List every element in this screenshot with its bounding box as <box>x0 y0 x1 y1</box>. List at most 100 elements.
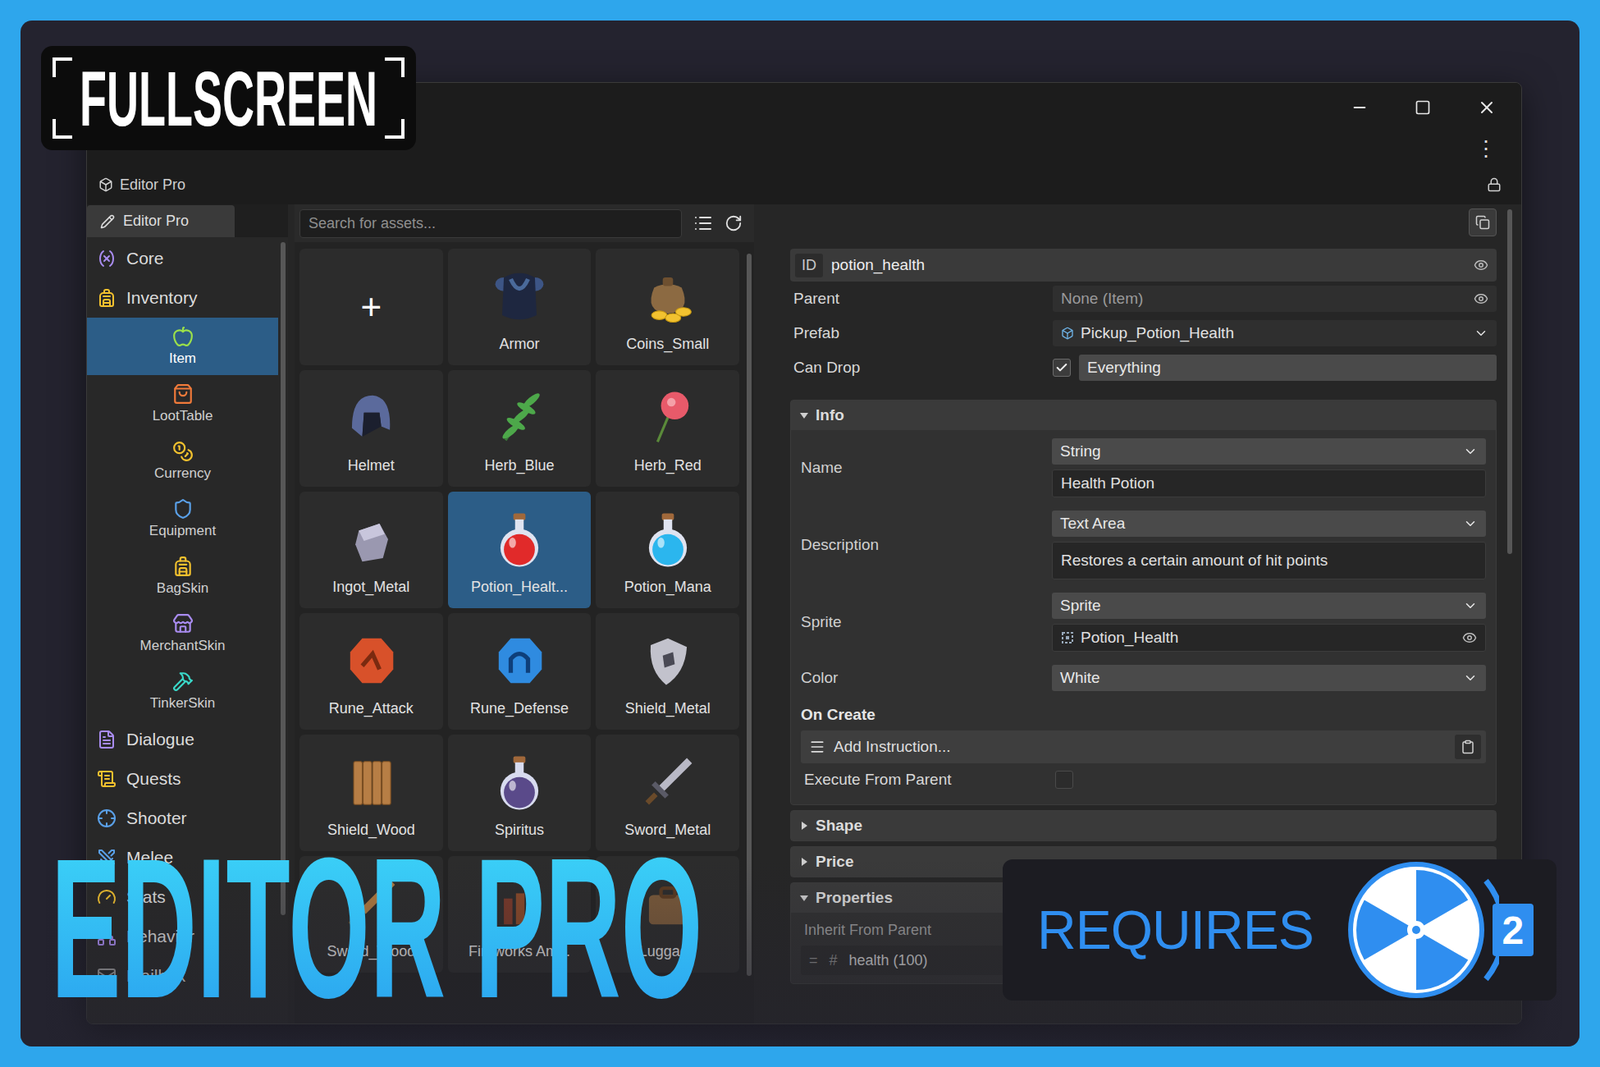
check-icon <box>1055 361 1069 375</box>
eye-icon[interactable] <box>1473 291 1489 307</box>
asset-tile[interactable]: Herb_Red <box>595 370 740 487</box>
lock-icon[interactable] <box>1486 177 1502 192</box>
asset-tile[interactable]: Rune_Defense <box>448 612 592 730</box>
id-field[interactable]: IDpotion_health <box>790 248 1497 282</box>
prefab-field[interactable]: Pickup_Potion_Health <box>1052 320 1497 347</box>
add-asset-tile[interactable]: + <box>299 248 444 366</box>
asset-tile[interactable]: Rune_Attack <box>299 612 444 730</box>
property-row: ColorWhite <box>800 658 1486 698</box>
helmet-icon <box>336 383 406 453</box>
stage: ⋮Editor ProEditor ProCoreInventoryItemLo… <box>20 20 1580 1047</box>
product-title: EDITOR PRO <box>50 827 703 1028</box>
herb-blue-icon <box>484 383 554 453</box>
list-view-button[interactable] <box>693 213 714 234</box>
caret-right-icon <box>799 820 810 831</box>
caret-down-icon <box>799 410 810 421</box>
loot-bag-icon <box>172 383 194 405</box>
mana-potion-icon <box>633 504 703 574</box>
game-creator-logo: 2 <box>1346 859 1534 1000</box>
scroll-icon <box>96 768 117 789</box>
module-item[interactable]: Quests <box>86 758 279 799</box>
module-item[interactable]: Inventory <box>86 278 279 318</box>
caret-down-icon <box>799 892 810 903</box>
sprite-icon <box>1060 630 1075 645</box>
eye-icon[interactable] <box>1462 630 1477 645</box>
chevron-down-icon <box>1462 516 1478 531</box>
rune-defense-icon <box>484 626 554 695</box>
asset-tile[interactable]: Potion_Healt... <box>448 491 592 608</box>
herb-red-icon <box>633 383 703 453</box>
sidebar-item[interactable]: LootTable <box>86 374 279 433</box>
type-dropdown[interactable]: String <box>1051 438 1486 465</box>
close-icon <box>1476 97 1497 118</box>
type-dropdown[interactable]: Text Area <box>1051 510 1486 537</box>
sidebar-item[interactable]: BagSkin <box>86 547 279 605</box>
asset-scrollbar[interactable] <box>744 248 755 1024</box>
asset-tile[interactable]: Ingot_Metal <box>299 491 444 608</box>
chevron-down-icon <box>1462 443 1478 459</box>
sidebar-item[interactable]: Equipment <box>86 489 279 548</box>
asset-tile[interactable]: Coins_Small <box>595 248 740 366</box>
editor-tab[interactable]: Editor Pro <box>86 205 235 238</box>
module-item[interactable]: Dialogue <box>86 719 279 759</box>
parent-row: ParentNone (Item) <box>790 281 1497 316</box>
section-header[interactable]: Info <box>790 400 1496 430</box>
sidebar-item[interactable]: Item <box>86 317 279 375</box>
refresh-button[interactable] <box>724 214 743 233</box>
asset-toolbar: Search for assets... <box>294 204 755 243</box>
apple-icon <box>172 325 194 348</box>
sidebar-item[interactable]: MerchantSkin <box>86 604 279 663</box>
asset-tile[interactable]: Herb_Blue <box>448 370 592 487</box>
execute-checkbox[interactable] <box>1055 770 1074 789</box>
execute-row: Execute From Parent <box>800 763 1486 796</box>
color-dropdown[interactable]: White <box>1051 664 1486 691</box>
bag-icon <box>172 555 194 577</box>
eye-icon[interactable] <box>1473 257 1489 273</box>
section-header[interactable]: Shape <box>790 810 1496 841</box>
spiritus-icon <box>484 747 554 817</box>
asset-tile[interactable]: Shield_Metal <box>595 612 740 730</box>
ingot-icon <box>336 504 406 574</box>
add-instruction-button[interactable]: Add Instruction... <box>800 730 1486 764</box>
close-button[interactable] <box>1476 97 1497 118</box>
pencil-icon <box>100 214 115 229</box>
property-row: NameStringHealth Potion <box>800 431 1486 504</box>
unity-icon <box>98 177 114 192</box>
window-title-row: Editor Pro <box>86 164 1522 205</box>
crosshair-icon <box>96 808 117 828</box>
version-badge: 2 <box>1492 903 1534 956</box>
asset-tile[interactable]: Armor <box>448 248 592 366</box>
value-field[interactable]: Health Potion <box>1051 469 1486 498</box>
can-drop-checkbox[interactable] <box>1052 358 1071 377</box>
more-button[interactable]: ⋮ <box>1470 134 1502 163</box>
drop-filter-dropdown[interactable]: Everything <box>1078 354 1497 381</box>
minimize-button[interactable] <box>1350 98 1369 117</box>
property-row: SpriteSpritePotion_Health <box>800 585 1486 659</box>
chevron-down-icon <box>1462 670 1478 686</box>
paste-button[interactable] <box>1454 734 1482 759</box>
sidebar-item[interactable]: Currency <box>86 432 279 490</box>
helmet-icon <box>172 498 194 520</box>
module-item[interactable]: Core <box>86 238 279 279</box>
armor-icon <box>484 261 554 331</box>
fullscreen-badge: FULLSCREEN <box>41 45 416 151</box>
coins-icon <box>172 440 194 462</box>
copy-button[interactable] <box>1468 208 1497 237</box>
sidebar-item[interactable]: TinkerSkin <box>86 662 279 720</box>
store-icon <box>172 612 194 635</box>
value-field[interactable]: Restores a certain amount of hit points <box>1051 541 1486 580</box>
asset-tile[interactable]: Helmet <box>299 370 444 487</box>
refresh-icon <box>724 214 743 233</box>
value-field[interactable]: Potion_Health <box>1051 623 1486 652</box>
prefab-row: PrefabPickup_Potion_Health <box>790 315 1497 351</box>
type-dropdown[interactable]: Sprite <box>1051 592 1486 619</box>
parent-field[interactable]: None (Item) <box>1052 285 1497 312</box>
asset-tile[interactable]: Potion_Mana <box>595 491 740 608</box>
maximize-button[interactable] <box>1414 99 1431 116</box>
tab-row: Editor Pro <box>86 204 288 238</box>
metal-sword-icon <box>633 747 703 817</box>
search-field[interactable]: Search for assets... <box>299 209 682 238</box>
metal-shield-icon <box>633 626 703 695</box>
maximize-icon <box>1414 99 1431 116</box>
document-icon <box>96 729 117 750</box>
